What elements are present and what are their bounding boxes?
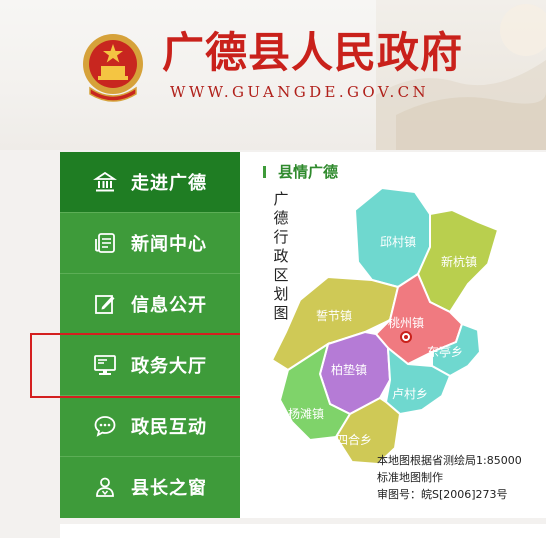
map-note-line: 本地图根据省测绘局1:85000 bbox=[377, 454, 522, 467]
edit-icon bbox=[95, 295, 115, 314]
chat-icon bbox=[94, 416, 116, 437]
users-icon bbox=[96, 477, 114, 497]
map-label-baidian: 柏垫镇 bbox=[331, 362, 367, 377]
site-url[interactable]: WWW.GUANGDE.GOV.CN bbox=[170, 83, 429, 101]
nav-label: 县长之窗 bbox=[131, 478, 207, 499]
nav-label: 政民互动 bbox=[131, 417, 207, 438]
map-label-sihe: 四合乡 bbox=[336, 432, 372, 447]
map-label-taozhou: 桃州镇 bbox=[388, 315, 424, 330]
map-label-shijie: 誓节镇 bbox=[316, 309, 352, 323]
national-emblem-logo bbox=[83, 34, 143, 102]
nav-label: 信息公开 bbox=[131, 295, 207, 316]
nav-item-info-disclosure[interactable]: 信息公开 bbox=[60, 274, 240, 335]
county-info-panel: 县情广德 广德行政区划图 邱村镇 新杭镇 誓节镇 桃州镇 东亭乡 柏垫镇 卢村乡… bbox=[240, 152, 546, 518]
selection-highlight-box bbox=[30, 333, 274, 398]
nav-label: 走进广德 bbox=[131, 173, 207, 194]
nav-label: 新闻中心 bbox=[131, 234, 207, 255]
news-icon bbox=[95, 233, 115, 253]
site-title[interactable]: 广德县人民政府 bbox=[162, 28, 463, 78]
site-header: 广德县人民政府 WWW.GUANGDE.GOV.CN bbox=[0, 0, 546, 150]
map-note-line: 审图号：皖S[2006]273号 bbox=[377, 488, 508, 501]
map-label-lucun: 卢村乡 bbox=[392, 386, 428, 401]
map-label-xinhang: 新杭镇 bbox=[441, 254, 477, 269]
nav-item-magistrate-window[interactable]: 县长之窗 bbox=[60, 457, 240, 517]
nav-item-public-interaction[interactable]: 政民互动 bbox=[60, 396, 240, 457]
nav-item-news-center[interactable]: 新闻中心 bbox=[60, 213, 240, 274]
map-note-line: 标准地图制作 bbox=[377, 471, 443, 484]
map-label-dongting: 东亭乡 bbox=[427, 344, 463, 359]
map-source-note: 本地图根据省测绘局1:85000 标准地图制作 审图号：皖S[2006]273号 bbox=[377, 452, 522, 503]
content-bottom-edge bbox=[60, 524, 546, 538]
map-label-qiucun: 邱村镇 bbox=[380, 235, 416, 249]
nav-item-zoujin-guangde[interactable]: 走进广德 bbox=[60, 152, 251, 213]
map-label-yangtan: 杨滩镇 bbox=[288, 406, 324, 421]
bank-icon bbox=[93, 171, 117, 192]
